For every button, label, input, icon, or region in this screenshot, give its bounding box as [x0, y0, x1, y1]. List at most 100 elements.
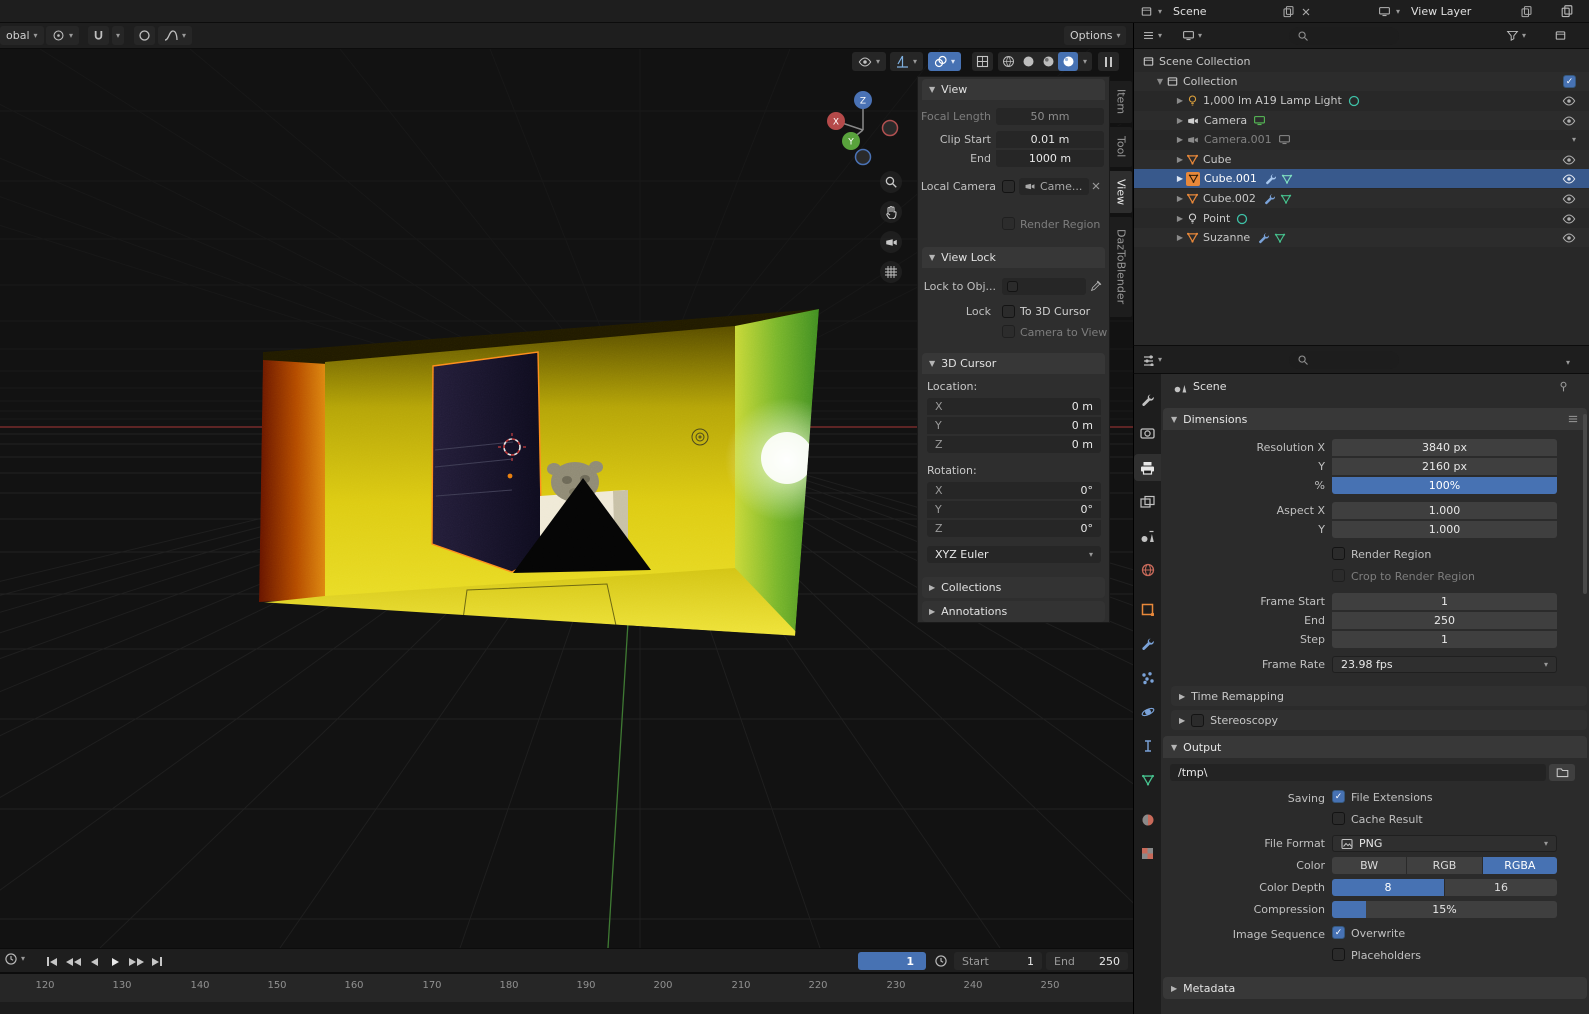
stereoscopy-panel-header[interactable]: ▶ Stereoscopy [1171, 710, 1587, 730]
color-rgba-button[interactable]: RGBA [1483, 857, 1557, 874]
hide-eye-icon[interactable] [1562, 114, 1576, 128]
outliner-search[interactable] [1289, 27, 1399, 45]
cursor-loc-x-field[interactable]: X0 m [927, 398, 1101, 415]
outliner-row-camera[interactable]: ▶ Camera [1134, 111, 1589, 130]
current-frame-field[interactable]: 1 [858, 952, 926, 970]
shading-wireframe-button[interactable] [998, 52, 1018, 71]
tab-constraints-properties[interactable] [1134, 732, 1162, 759]
cursor-rot-z-field[interactable]: Z0° [927, 520, 1101, 537]
shading-solid-button[interactable] [1018, 52, 1038, 71]
outliner-row-collection[interactable]: ▼ Collection ✓ [1134, 72, 1589, 91]
output-path-field[interactable]: /tmp\ [1170, 764, 1546, 781]
cursor-loc-z-field[interactable]: Z0 m [927, 436, 1101, 453]
jump-to-end-button[interactable] [147, 952, 167, 971]
focal-length-field[interactable]: 50 mm [996, 108, 1104, 125]
breadcrumb-scene-label[interactable]: Scene [1193, 380, 1227, 393]
lock-to-object-field[interactable] [1002, 278, 1086, 295]
resolution-x-field[interactable]: 3840 px [1332, 439, 1557, 456]
new-scene-icon[interactable] [1282, 5, 1295, 18]
expand-arrow[interactable]: ▶ [1174, 116, 1186, 125]
outliner-row-lamp[interactable]: ▶ 1,000 lm A19 Lamp Light [1134, 91, 1589, 110]
scene-browse-caret[interactable]: ▾ [1158, 8, 1162, 16]
outliner-row-suzanne[interactable]: ▶ Suzanne [1134, 228, 1589, 247]
view-layer-name[interactable]: View Layer [1405, 5, 1515, 18]
expand-arrow[interactable]: ▶ [1174, 194, 1186, 203]
pan-tool-button[interactable] [880, 201, 902, 223]
next-keyframe-button[interactable] [126, 952, 146, 971]
shading-material-button[interactable] [1038, 52, 1058, 71]
navigation-gizmo[interactable]: Z X Y [826, 88, 902, 168]
view-layer-selector[interactable]: ▾ View Layer [1378, 2, 1533, 21]
outliner-row-scene-collection[interactable]: Scene Collection [1134, 52, 1589, 71]
tab-modifier-properties[interactable] [1134, 630, 1162, 657]
pin-id-button[interactable] [1557, 380, 1570, 393]
view-layer-stack-icon[interactable] [1560, 4, 1574, 18]
annotations-panel-header[interactable]: ▶ Annotations [922, 601, 1105, 622]
tab-tool-properties[interactable] [1134, 386, 1162, 413]
play-reverse-button[interactable] [84, 952, 104, 971]
properties-search[interactable] [1289, 351, 1399, 369]
outliner-row-point[interactable]: ▶ Point [1134, 209, 1589, 228]
scene-selector[interactable]: ▾ Scene [1140, 2, 1312, 21]
render-region-checkbox[interactable] [1002, 217, 1015, 230]
local-camera-clear-button[interactable] [1090, 180, 1102, 192]
cursor-euler-dropdown[interactable]: XYZ Euler▾ [927, 546, 1101, 563]
snap-toggle[interactable] [88, 26, 109, 45]
view-panel-header[interactable]: ▼ View [922, 79, 1105, 100]
orthographic-toggle-button[interactable] [880, 261, 902, 283]
lock-object-eyedropper-button[interactable] [1090, 279, 1103, 292]
browse-output-path-button[interactable] [1549, 764, 1575, 781]
outliner-row-cube[interactable]: ▶ Cube [1134, 150, 1589, 169]
view-layer-browse-icon[interactable] [1378, 5, 1391, 18]
step-field[interactable]: 1 [1332, 631, 1557, 648]
tab-scene-properties[interactable] [1134, 522, 1162, 549]
metadata-panel-header[interactable]: ▶ Metadata [1163, 977, 1587, 999]
expand-arrow[interactable]: ▶ [1174, 155, 1186, 164]
cursor-rot-x-field[interactable]: X0° [927, 482, 1101, 499]
local-camera-field[interactable]: Came... [1019, 178, 1089, 195]
resolution-percent-slider[interactable]: 100% [1332, 477, 1557, 494]
outliner-row-cube-002[interactable]: ▶ Cube.002 [1134, 189, 1589, 208]
tab-physics-properties[interactable] [1134, 698, 1162, 725]
depth-8-button[interactable]: 8 [1332, 879, 1445, 896]
overwrite-checkbox[interactable]: ✓ [1332, 926, 1345, 939]
tab-view[interactable]: View [1110, 170, 1133, 214]
placeholders-checkbox[interactable] [1332, 948, 1345, 961]
time-remapping-panel-header[interactable]: ▶ Time Remapping [1171, 686, 1587, 706]
tab-object-properties[interactable] [1134, 596, 1162, 623]
aspect-x-field[interactable]: 1.000 [1332, 502, 1557, 519]
output-panel-header[interactable]: ▼ Output [1163, 736, 1587, 758]
tab-daztoblender[interactable]: DazToBlender [1110, 216, 1133, 318]
overlays-dropdown[interactable]: ▾ [928, 52, 961, 71]
cache-result-checkbox[interactable] [1332, 812, 1345, 825]
new-collection-button[interactable] [1554, 29, 1567, 42]
shading-rendered-button[interactable] [1058, 52, 1078, 71]
play-button[interactable] [105, 952, 125, 971]
snap-settings-dropdown[interactable]: ▾ [112, 26, 124, 45]
frame-end-field[interactable]: End 250 [1046, 952, 1128, 970]
collection-checkbox[interactable]: ✓ [1563, 75, 1576, 88]
crop-to-render-region-checkbox[interactable] [1332, 569, 1345, 582]
hide-eye-icon[interactable] [1562, 172, 1576, 186]
clip-start-field[interactable]: 0.01 m [996, 131, 1104, 148]
cursor-rot-y-field[interactable]: Y0° [927, 501, 1101, 518]
tab-tool[interactable]: Tool [1110, 126, 1133, 168]
tab-material-properties[interactable] [1134, 806, 1162, 833]
timeline-scroll-strip[interactable] [0, 1002, 1133, 1014]
restrict-caret[interactable]: ▾ [1572, 136, 1576, 144]
aspect-y-field[interactable]: 1.000 [1332, 521, 1557, 538]
cursor-panel-header[interactable]: ▼ 3D Cursor [922, 353, 1105, 374]
new-view-layer-icon[interactable] [1520, 5, 1533, 18]
frame-end-field[interactable]: 250 [1332, 612, 1557, 629]
local-camera-checkbox[interactable] [1002, 180, 1015, 193]
render-pause-button[interactable] [1098, 52, 1119, 71]
timeline-ruler[interactable]: 120 130 140 150 160 170 180 190 200 210 … [0, 973, 1133, 1014]
frame-start-field[interactable]: Start 1 [954, 952, 1042, 970]
gizmo-z-label[interactable]: Z [860, 97, 866, 107]
properties-scrollbar[interactable] [1583, 414, 1587, 594]
file-extensions-checkbox[interactable]: ✓ [1332, 790, 1345, 803]
expand-arrow[interactable]: ▼ [1154, 77, 1166, 86]
outliner-row-cube-001[interactable]: ▶ Cube.001 [1134, 169, 1589, 188]
hide-eye-icon[interactable] [1562, 153, 1576, 167]
tab-particles-properties[interactable] [1134, 664, 1162, 691]
